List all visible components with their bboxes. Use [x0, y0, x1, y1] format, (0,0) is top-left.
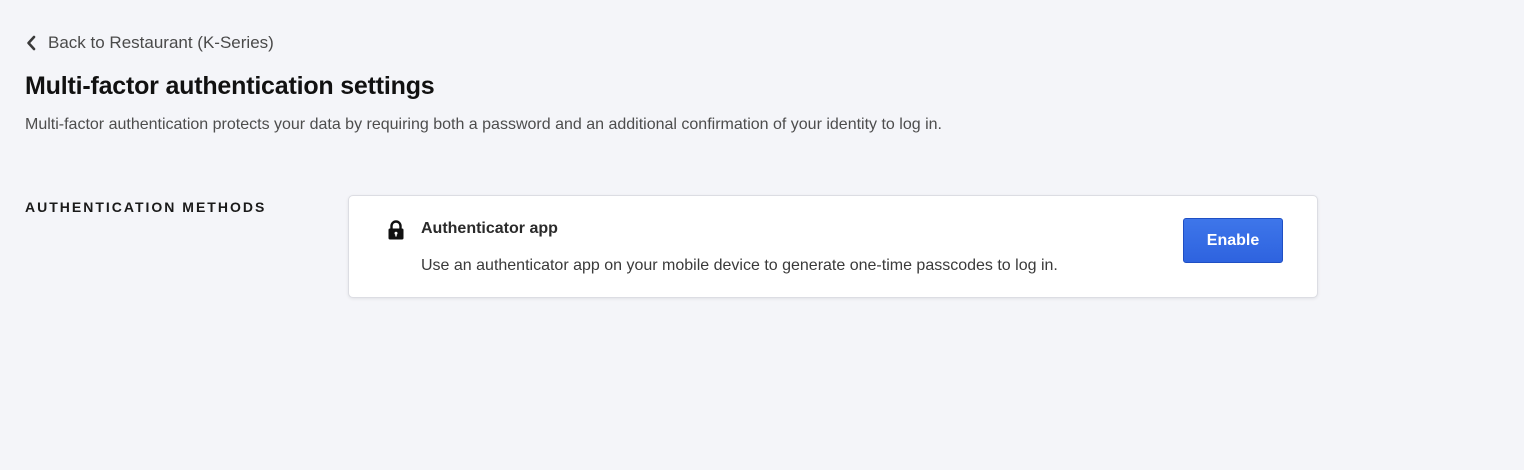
enable-button[interactable]: Enable	[1183, 218, 1283, 263]
method-title: Authenticator app	[421, 220, 558, 237]
authenticator-app-card: Authenticator app Use an authenticator a…	[348, 195, 1318, 298]
back-link[interactable]: Back to Restaurant (K-Series)	[26, 32, 274, 54]
page-subtitle: Multi-factor authentication protects you…	[25, 116, 942, 133]
lock-icon	[388, 220, 404, 240]
chevron-left-icon	[27, 35, 36, 51]
page-title: Multi-factor authentication settings	[25, 72, 435, 100]
mfa-settings-page: Back to Restaurant (K-Series) Multi-fact…	[0, 0, 1524, 470]
section-label-authentication-methods: AUTHENTICATION METHODS	[25, 199, 267, 215]
method-description: Use an authenticator app on your mobile …	[421, 257, 1058, 274]
back-link-label: Back to Restaurant (K-Series)	[48, 33, 274, 52]
